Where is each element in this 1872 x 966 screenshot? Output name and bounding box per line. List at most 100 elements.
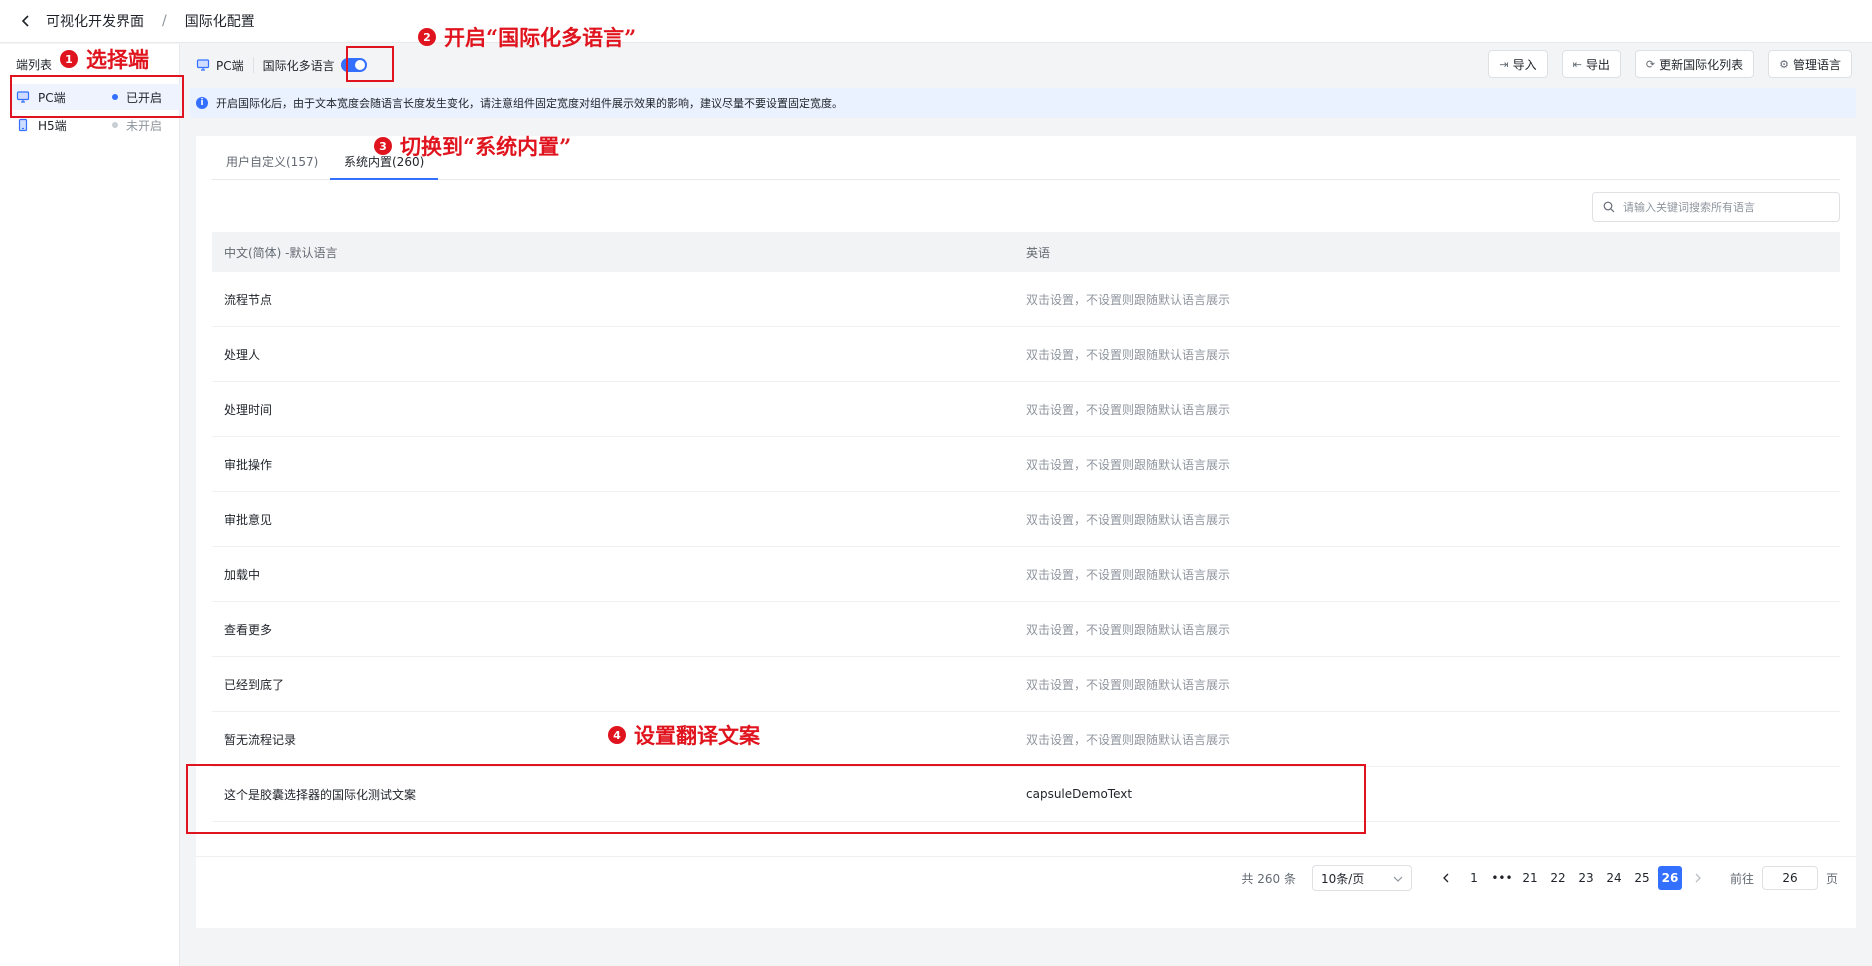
page-ellipsis[interactable]: ••• (1490, 866, 1514, 890)
page-number-button[interactable]: 26 (1657, 866, 1682, 890)
annotation-step-1: 1 选择端 (60, 44, 149, 74)
annotation-box-translation-row (186, 764, 1366, 834)
chinese-text-cell: 流程节点 (224, 292, 273, 307)
table-body: 流程节点 双击设置，不设置则跟随默认语言展示 处理人 双击设置，不设置则跟随默认语言展… (212, 272, 1840, 822)
english-translation-cell[interactable]: 双击设置，不设置则跟随默认语言展示 (1026, 566, 1840, 583)
annotation-text: 选择端 (86, 47, 149, 72)
status-dot (112, 122, 118, 128)
english-translation-cell[interactable]: 双击设置，不设置则跟随默认语言展示 (1026, 291, 1840, 308)
sidebar-item-label: H5端 (38, 118, 67, 133)
column-header-chinese: 中文(简体) -默认语言 (224, 245, 338, 260)
breadcrumb-separator: / (162, 13, 167, 29)
status-text: 未开启 (126, 118, 163, 133)
table-row[interactable]: 加载中 双击设置，不设置则跟随默认语言展示 (212, 547, 1840, 602)
refresh-i18n-list-button[interactable]: ⟳ 更新国际化列表 (1634, 50, 1755, 78)
import-icon: ⇥ (1499, 57, 1509, 71)
i18n-label: 国际化多语言 (262, 58, 335, 73)
page-size-value: 10条/页 (1320, 871, 1365, 886)
search-input[interactable] (1623, 200, 1833, 214)
annotation-box-platform (10, 75, 184, 118)
annotation-number: 1 (60, 50, 78, 68)
goto-page-input[interactable] (1761, 866, 1818, 890)
english-translation-cell[interactable]: 双击设置，不设置则跟随默认语言展示 (1026, 346, 1840, 363)
chinese-text-cell: 加载中 (224, 567, 261, 582)
page-number-button[interactable]: 24 (1602, 866, 1626, 890)
table-row[interactable]: 流程节点 双击设置，不设置则跟随默认语言展示 (212, 272, 1840, 327)
button-label: 更新国际化列表 (1659, 57, 1744, 72)
chinese-text-cell: 已经到底了 (224, 677, 285, 692)
next-page-button[interactable] (1686, 866, 1710, 890)
page-number-button[interactable]: 22 (1546, 866, 1570, 890)
import-button[interactable]: ⇥ 导入 (1488, 50, 1548, 78)
monitor-icon (196, 58, 210, 72)
annotation-step-2: 2 开启“国际化多语言” (418, 22, 636, 52)
top-header: 可视化开发界面 / 国际化配置 (0, 0, 1872, 43)
annotation-text: 切换到“系统内置” (400, 134, 572, 159)
annotation-text: 开启“国际化多语言” (444, 25, 637, 50)
breadcrumb-parent[interactable]: 可视化开发界面 (46, 11, 144, 31)
page-number-button[interactable]: 1 (1462, 866, 1486, 890)
table-row[interactable]: 审批操作 双击设置，不设置则跟随默认语言展示 (212, 437, 1840, 492)
search-box (1592, 192, 1840, 222)
annotation-number: 2 (418, 28, 436, 46)
chinese-text-cell: 处理人 (224, 347, 261, 362)
button-label: 管理语言 (1792, 57, 1841, 72)
settings-icon: ⚙ (1779, 57, 1789, 71)
page-number-button[interactable]: 21 (1518, 866, 1542, 890)
info-banner: i 开启国际化后，由于文本宽度会随语言长度发生变化，请注意组件固定宽度对组件展示… (190, 88, 1856, 118)
goto-label: 前往 (1729, 871, 1754, 886)
annotation-step-4: 4 设置翻译文案 (608, 720, 760, 750)
chevron-left-icon[interactable] (20, 15, 32, 27)
translation-table: 中文(简体) -默认语言 英语 流程节点 双击设置，不设置则跟随默认语言展示 处理人… (212, 232, 1840, 822)
search-icon (1603, 201, 1615, 213)
toolbar-divider (252, 57, 254, 73)
export-icon: ⇤ (1572, 57, 1582, 71)
page-number-list: 1 ••• 21 22 23 24 25 26 (1460, 866, 1684, 890)
table-row[interactable]: 暂无流程记录 双击设置，不设置则跟随默认语言展示 (212, 712, 1840, 767)
annotation-text: 设置翻译文案 (634, 723, 760, 748)
info-icon: i (196, 97, 208, 109)
page-size-select[interactable]: 10条/页 (1311, 865, 1412, 891)
tab-user-defined[interactable]: 用户自定义(157) (212, 150, 332, 180)
english-translation-cell[interactable]: 双击设置，不设置则跟随默认语言展示 (1026, 456, 1840, 473)
platform-sidebar: 端列表 PC端 已开启 H5端 未开启 (0, 44, 180, 966)
english-translation-cell[interactable]: 双击设置，不设置则跟随默认语言展示 (1026, 511, 1840, 528)
table-row[interactable]: 处理时间 双击设置，不设置则跟随默认语言展示 (212, 382, 1840, 437)
chinese-text-cell: 审批操作 (224, 457, 273, 472)
main-toolbar: PC端 国际化多语言 ⇥ 导入 ⇤ 导出 ⟳ 更新国际化列表 ⚙ 管理语言 (196, 48, 1856, 82)
table-row[interactable]: 审批意见 双击设置，不设置则跟随默认语言展示 (212, 492, 1840, 547)
table-row[interactable]: 查看更多 双击设置，不设置则跟随默认语言展示 (212, 602, 1840, 657)
english-translation-cell[interactable]: 双击设置，不设置则跟随默认语言展示 (1026, 401, 1840, 418)
export-button[interactable]: ⇤ 导出 (1561, 50, 1621, 78)
platform-label: PC端 (216, 58, 244, 73)
english-translation-cell[interactable]: 双击设置，不设置则跟随默认语言展示 (1026, 621, 1840, 638)
annotation-number: 4 (608, 726, 626, 744)
page-number-button[interactable]: 25 (1630, 866, 1654, 890)
table-row[interactable]: 处理人 双击设置，不设置则跟随默认语言展示 (212, 327, 1840, 382)
breadcrumb-current: 国际化配置 (184, 14, 255, 30)
toolbar-actions: ⇥ 导入 ⇤ 导出 ⟳ 更新国际化列表 ⚙ 管理语言 (1488, 50, 1852, 78)
chevron-down-icon (1393, 871, 1403, 885)
mobile-icon (16, 118, 30, 132)
english-translation-cell[interactable]: 双击设置，不设置则跟随默认语言展示 (1026, 676, 1840, 693)
table-header: 中文(简体) -默认语言 英语 (212, 232, 1840, 272)
pagination: 共 260 条 10条/页 1•••212223242526 前往 页 (196, 856, 1856, 892)
chinese-text-cell: 处理时间 (224, 402, 273, 417)
annotation-number: 3 (374, 137, 392, 155)
english-translation-cell[interactable]: 双击设置，不设置则跟随默认语言展示 (1026, 731, 1840, 748)
chinese-text-cell: 查看更多 (224, 622, 273, 637)
page-number-button[interactable]: 23 (1574, 866, 1598, 890)
prev-page-button[interactable] (1434, 866, 1458, 890)
table-row[interactable]: 已经到底了 双击设置，不设置则跟随默认语言展示 (212, 657, 1840, 712)
chinese-text-cell: 审批意见 (224, 512, 273, 527)
manage-language-button[interactable]: ⚙ 管理语言 (1768, 50, 1852, 78)
refresh-icon: ⟳ (1645, 57, 1656, 71)
goto-suffix: 页 (1825, 871, 1838, 886)
button-label: 导入 (1512, 57, 1537, 72)
sidebar-title: 端列表 (16, 58, 53, 72)
column-header-english: 英语 (1026, 245, 1051, 260)
banner-text: 开启国际化后，由于文本宽度会随语言长度发生变化，请注意组件固定宽度对组件展示效果… (216, 97, 843, 110)
annotation-step-3: 3 切换到“系统内置” (374, 131, 571, 161)
button-label: 导出 (1585, 57, 1610, 72)
annotation-box-toggle (346, 46, 394, 82)
